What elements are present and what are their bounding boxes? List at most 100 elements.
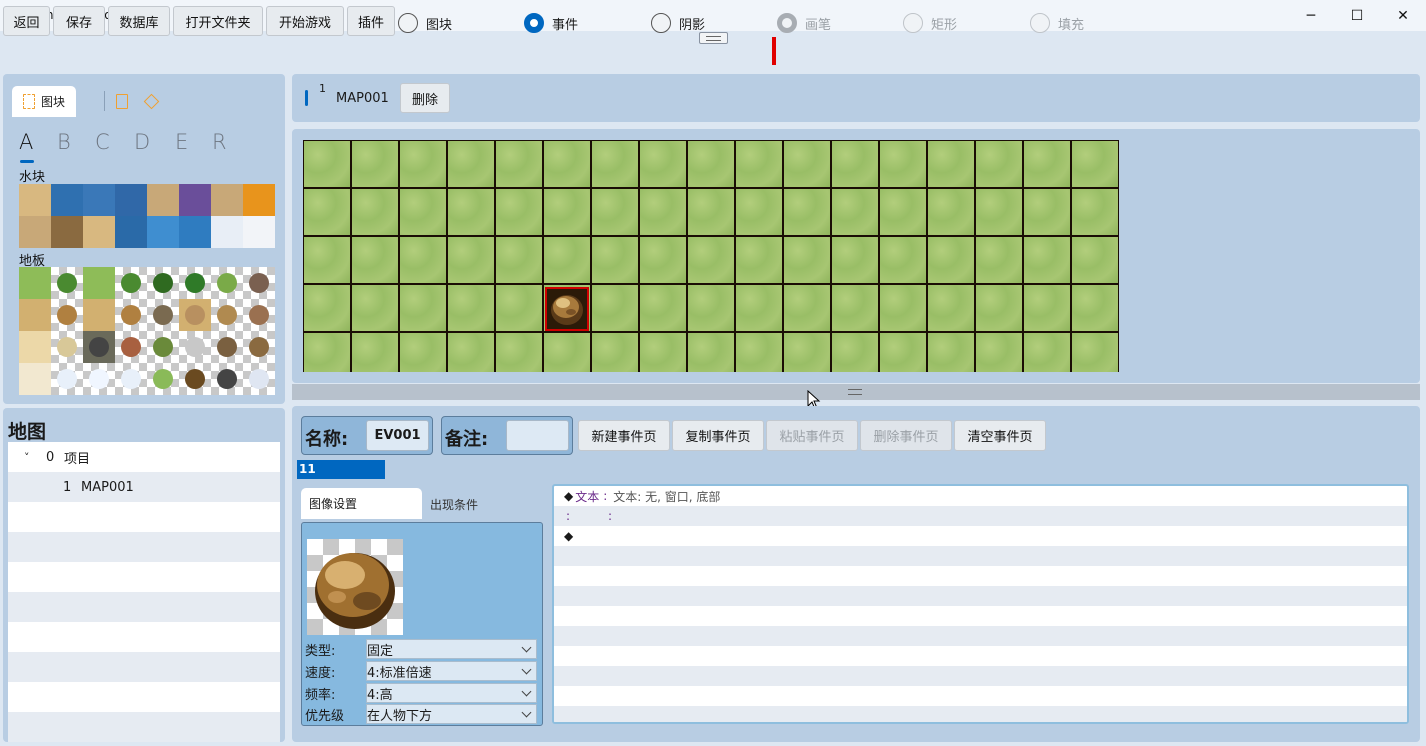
frequency-select[interactable]: 4:高 — [366, 683, 537, 703]
map-cell[interactable] — [591, 332, 639, 372]
copy-event-page-button[interactable]: 复制事件页 — [672, 420, 764, 451]
water-tile[interactable] — [115, 184, 147, 216]
map-cell[interactable] — [879, 140, 927, 188]
map-cell[interactable] — [1071, 140, 1119, 188]
tab-conditions[interactable]: 出现条件 — [430, 496, 478, 513]
floor-tile[interactable] — [243, 299, 275, 331]
map-cell[interactable] — [399, 188, 447, 236]
floor-tile[interactable] — [211, 363, 243, 395]
map-cell[interactable] — [639, 284, 687, 332]
water-tile[interactable] — [147, 184, 179, 216]
map-cell[interactable] — [927, 236, 975, 284]
floor-tile[interactable] — [115, 299, 147, 331]
map-cell[interactable] — [687, 332, 735, 372]
map-cell[interactable] — [687, 236, 735, 284]
event-page-tab[interactable]: 11 — [297, 460, 385, 479]
floor-tile[interactable] — [115, 267, 147, 299]
speed-select[interactable]: 4:标准倍速 — [366, 661, 537, 681]
floor-tile[interactable] — [147, 363, 179, 395]
map-cell[interactable] — [351, 140, 399, 188]
back-button[interactable]: 返回 — [3, 6, 50, 36]
chevron-down-icon[interactable]: ˅ — [8, 451, 46, 464]
water-tile[interactable] — [19, 184, 51, 216]
map-cell[interactable] — [1071, 188, 1119, 236]
floor-tile[interactable] — [179, 267, 211, 299]
type-select[interactable]: 固定 — [366, 639, 537, 659]
floor-tile[interactable] — [243, 363, 275, 395]
toolbar-drag-handle[interactable] — [699, 32, 728, 44]
map-cell[interactable] — [735, 332, 783, 372]
minimize-button[interactable]: ─ — [1288, 0, 1334, 31]
database-button[interactable]: 数据库 — [108, 6, 170, 36]
map-cell[interactable] — [879, 188, 927, 236]
water-tile[interactable] — [115, 216, 147, 248]
pane-splitter[interactable] — [292, 384, 1420, 400]
close-button[interactable]: ✕ — [1380, 0, 1426, 31]
event-name-input[interactable]: EV001 — [366, 420, 429, 451]
tileset-tab-b[interactable]: B — [57, 130, 71, 154]
map-cell[interactable] — [1023, 140, 1071, 188]
new-event-page-button[interactable]: 新建事件页 — [578, 420, 670, 451]
map-cell[interactable] — [783, 140, 831, 188]
floor-tile[interactable] — [83, 331, 115, 363]
map-cell[interactable] — [399, 236, 447, 284]
water-tile[interactable] — [51, 184, 83, 216]
map-cell[interactable] — [399, 140, 447, 188]
floor-tile[interactable] — [51, 267, 83, 299]
tileset-tab-c[interactable]: C — [95, 130, 110, 154]
start-game-button[interactable]: 开始游戏 — [266, 6, 344, 36]
maximize-button[interactable]: ☐ — [1334, 0, 1380, 31]
water-tile[interactable] — [83, 216, 115, 248]
save-button[interactable]: 保存 — [53, 6, 105, 36]
map-cell[interactable] — [543, 140, 591, 188]
map-cell[interactable] — [927, 284, 975, 332]
map-cell[interactable] — [1071, 284, 1119, 332]
map-cell[interactable] — [975, 236, 1023, 284]
plugin-button[interactable]: 插件 — [347, 6, 395, 36]
water-tile[interactable] — [179, 184, 211, 216]
map-cell[interactable] — [1023, 284, 1071, 332]
water-tile[interactable] — [51, 216, 83, 248]
tab-tiles[interactable]: 图块 — [12, 86, 76, 117]
floor-tile[interactable] — [211, 267, 243, 299]
map-cell[interactable] — [351, 188, 399, 236]
map-cell[interactable] — [351, 236, 399, 284]
water-tile[interactable] — [83, 184, 115, 216]
water-tile[interactable] — [147, 216, 179, 248]
map-cell[interactable] — [735, 236, 783, 284]
open-folder-button[interactable]: 打开文件夹 — [173, 6, 263, 36]
event-marker[interactable] — [545, 287, 589, 331]
map-cell[interactable] — [735, 188, 783, 236]
tileset-tab-d[interactable]: D — [134, 130, 150, 154]
file-icon[interactable] — [116, 94, 128, 109]
map-cell[interactable] — [303, 188, 351, 236]
floor-tile[interactable] — [179, 363, 211, 395]
radio-pen[interactable]: 画笔 — [777, 13, 831, 33]
water-tile[interactable] — [243, 216, 275, 248]
map-cell[interactable] — [879, 284, 927, 332]
map-cell[interactable] — [879, 236, 927, 284]
command-row[interactable]: : : — [554, 506, 1407, 526]
map-cell[interactable] — [495, 332, 543, 372]
map-cell[interactable] — [639, 236, 687, 284]
map-cell[interactable] — [543, 188, 591, 236]
map-cell[interactable] — [1071, 332, 1119, 372]
tileset-tab-r[interactable]: R — [212, 130, 227, 154]
map-cell[interactable] — [543, 236, 591, 284]
map-cell[interactable] — [831, 236, 879, 284]
floor-tile[interactable] — [83, 267, 115, 299]
map-canvas[interactable] — [303, 140, 1119, 372]
floor-tile[interactable] — [115, 363, 147, 395]
map-cell[interactable] — [1023, 236, 1071, 284]
floor-tile[interactable] — [19, 331, 51, 363]
map-cell[interactable] — [1071, 236, 1119, 284]
floor-tile[interactable] — [51, 299, 83, 331]
map-cell[interactable] — [831, 188, 879, 236]
map-cell[interactable] — [591, 284, 639, 332]
map-cell[interactable] — [447, 140, 495, 188]
map-cell[interactable] — [591, 236, 639, 284]
map-cell[interactable] — [543, 332, 591, 372]
map-cell[interactable] — [495, 140, 543, 188]
map-cell[interactable] — [735, 140, 783, 188]
map-cell[interactable] — [831, 332, 879, 372]
